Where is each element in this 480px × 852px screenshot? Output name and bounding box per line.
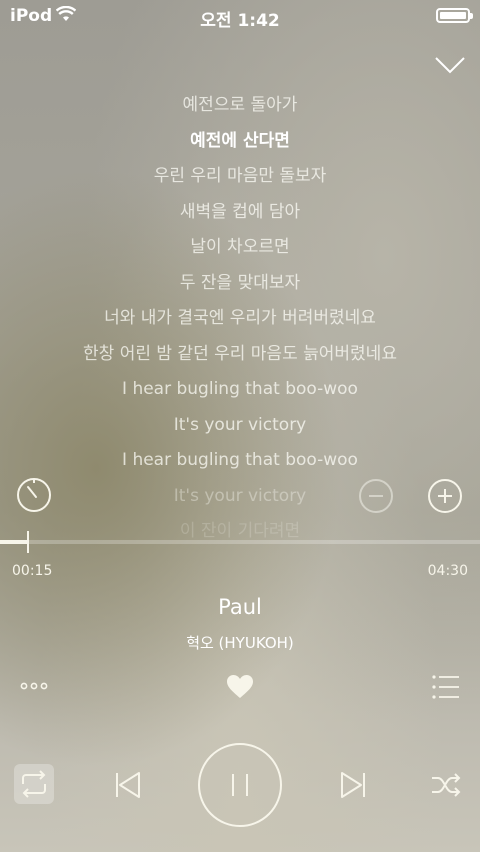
lyric-line-current[interactable]: 예전에 산다면	[0, 124, 480, 160]
minus-icon	[359, 479, 393, 513]
lyric-line[interactable]: 한창 어린 밤 같던 우리 마음도 늙어버렸네요	[0, 337, 480, 373]
heart-icon	[227, 675, 253, 698]
playlist-icon	[432, 675, 459, 699]
timer-button[interactable]	[16, 477, 52, 513]
repeat-icon	[22, 770, 46, 798]
track-artist[interactable]: 혁오 (HYUKOH)	[0, 632, 480, 653]
pause-icon	[232, 774, 248, 796]
total-time: 04:30	[427, 563, 468, 579]
battery-icon	[436, 8, 473, 23]
lyric-line[interactable]: 두 잔을 맞대보자	[0, 266, 480, 302]
lyric-line[interactable]: It's your victory	[0, 408, 480, 444]
lyric-line[interactable]: I hear bugling that boo-woo	[0, 372, 480, 408]
previous-button[interactable]	[113, 770, 143, 800]
previous-icon	[116, 772, 140, 798]
lyric-size-decrease-button[interactable]	[358, 478, 394, 514]
plus-icon	[428, 479, 462, 513]
progress-fill	[0, 540, 28, 544]
status-bar: iPod 오전 1:42	[0, 0, 480, 32]
lyric-line[interactable]: 예전으로 돌아가	[0, 88, 480, 124]
lyric-line[interactable]: 이 잔이 기다려면	[0, 514, 480, 550]
next-icon	[341, 772, 365, 798]
next-button[interactable]	[338, 770, 368, 800]
more-button[interactable]	[20, 676, 50, 696]
lyric-line[interactable]: 새벽을 컵에 담아	[0, 195, 480, 231]
shuffle-icon	[432, 773, 461, 797]
lyric-line[interactable]: It's your victory	[0, 479, 480, 515]
chevron-down-icon[interactable]	[434, 52, 466, 76]
lyric-line[interactable]: 너와 내가 결국엔 우리가 버려버렸네요	[0, 301, 480, 337]
repeat-button[interactable]	[14, 764, 54, 804]
playlist-button[interactable]	[432, 674, 460, 700]
like-button[interactable]	[226, 674, 254, 700]
progress-scrubber[interactable]	[27, 531, 29, 553]
lyric-line[interactable]: 우린 우리 마음만 돌보자	[0, 159, 480, 195]
pause-button[interactable]	[198, 743, 282, 827]
lyric-line[interactable]: I hear bugling that boo-woo	[0, 443, 480, 479]
lyrics-panel[interactable]: 예전으로 돌아가 예전에 산다면 우린 우리 마음만 돌보자 새벽을 컵에 담아…	[0, 88, 480, 550]
more-icon	[20, 682, 48, 690]
status-time: 오전 1:42	[200, 11, 280, 31]
shuffle-button[interactable]	[430, 770, 462, 800]
timer-icon	[17, 478, 51, 512]
lyric-line[interactable]: 날이 차오르면	[0, 230, 480, 266]
elapsed-time: 00:15	[12, 563, 53, 579]
progress-track[interactable]	[0, 540, 480, 544]
track-title: Paul	[218, 595, 262, 619]
lyric-size-increase-button[interactable]	[427, 478, 463, 514]
